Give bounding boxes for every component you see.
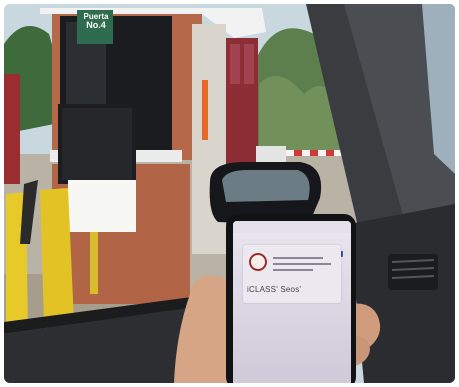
mobile-credential-card[interactable]: iCLASS' Seos' bbox=[243, 245, 341, 303]
bollard-center bbox=[40, 188, 74, 324]
institution-logo-icon bbox=[249, 253, 267, 271]
booth-sign-line2: No.4 bbox=[86, 20, 106, 30]
scene bbox=[4, 4, 455, 383]
left-structure bbox=[4, 74, 20, 184]
phone-screen: iCLASS' Seos' bbox=[233, 221, 351, 383]
booth-sign-text: Puerta No.4 bbox=[81, 12, 111, 30]
card-brand-label: iCLASS' Seos' bbox=[247, 285, 302, 294]
photo: Puerta No.4 iCLASS' Seos' bbox=[4, 4, 455, 383]
notice-paper bbox=[68, 180, 136, 232]
status-bar bbox=[233, 221, 351, 233]
